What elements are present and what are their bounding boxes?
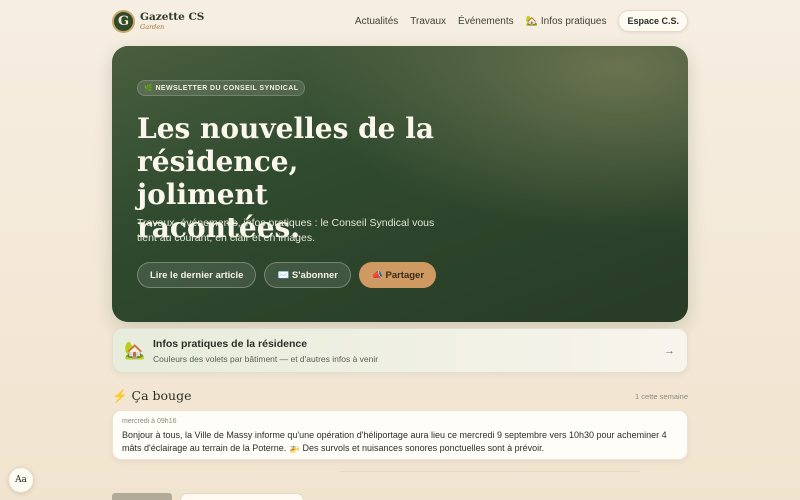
next-section-peek	[112, 493, 312, 500]
nav-links: Actualités Travaux Événements 🏡 Infos pr…	[355, 10, 688, 32]
font-size-toggle[interactable]: Aa	[8, 467, 34, 493]
share-button[interactable]: 📣 Partager	[359, 262, 437, 288]
activity-count: 1 cette semaine	[635, 392, 688, 401]
logo-subtitle: Garden	[140, 22, 165, 31]
info-card[interactable]: 🏡 Infos pratiques de la résidence Couleu…	[112, 328, 688, 373]
post-timestamp: mercredi à 09h16	[122, 418, 177, 425]
search-input[interactable]	[180, 493, 304, 500]
info-card-description: Couleurs des volets par bâtiment — et d'…	[153, 354, 379, 364]
arrow-right-icon: →	[664, 345, 675, 357]
nav-link-travaux[interactable]: Travaux	[410, 16, 446, 27]
nav-link-infos-pratiques[interactable]: 🏡 Infos pratiques	[526, 16, 607, 27]
logo-text: Gazette CS Garden	[140, 12, 204, 30]
post-text: Bonjour à tous, la Ville de Massy inform…	[122, 430, 667, 453]
logo-mark: G	[112, 9, 135, 33]
hero-banner: 🌿 NEWSLETTER DU CONSEIL SYNDICAL Les nou…	[112, 46, 688, 322]
newsletter-badge: 🌿 NEWSLETTER DU CONSEIL SYNDICAL	[137, 80, 306, 96]
nav-link-actualites[interactable]: Actualités	[355, 16, 398, 27]
house-icon: 🏡	[124, 341, 146, 360]
activity-title: ⚡ Ça bouge	[112, 388, 192, 403]
activity-header: ⚡ Ça bouge 1 cette semaine	[112, 387, 688, 405]
logo-name: Gazette CS	[140, 11, 205, 23]
read-latest-button[interactable]: Lire le dernier article	[137, 262, 257, 288]
info-card-title: Infos pratiques de la résidence	[153, 338, 308, 350]
hero-actions: Lire le dernier article ✉️ S'abonner 📣 P…	[137, 262, 437, 288]
divider	[340, 471, 640, 472]
espace-cs-button[interactable]: Espace C.S.	[618, 10, 688, 32]
hero-subtitle: Travaux, événements, infos pratiques : l…	[137, 217, 435, 244]
logo[interactable]: G Gazette CS Garden	[112, 9, 204, 33]
next-section-label	[112, 493, 172, 500]
activity-post[interactable]: mercredi à 09h16 Bonjour à tous, la Vill…	[112, 410, 688, 460]
top-nav: G Gazette CS Garden Actualités Travaux É…	[112, 9, 688, 33]
page: G Gazette CS Garden Actualités Travaux É…	[0, 0, 800, 500]
subscribe-button[interactable]: ✉️ S'abonner	[264, 262, 352, 288]
nav-link-evenements[interactable]: Événements	[458, 16, 514, 27]
